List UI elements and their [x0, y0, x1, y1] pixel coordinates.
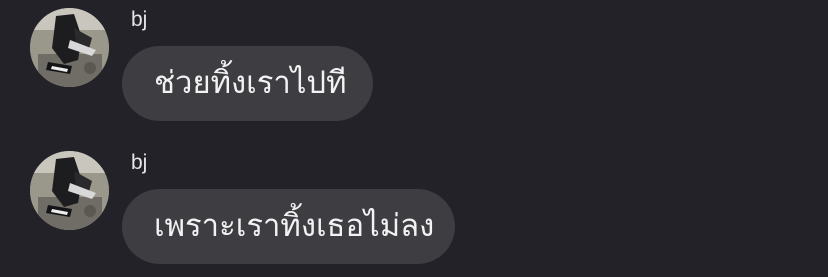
avatar-photo — [30, 151, 109, 230]
avatar[interactable] — [30, 8, 109, 87]
message-bubble[interactable]: ช่วยทิ้งเราไปที — [122, 46, 373, 121]
avatar[interactable] — [30, 151, 109, 230]
avatar-photo — [30, 8, 109, 87]
sender-name: bj — [131, 8, 148, 31]
message-bubble[interactable]: เพราะเราทิ้งเธอไม่ลง — [122, 189, 455, 264]
sender-name: bj — [131, 151, 148, 174]
